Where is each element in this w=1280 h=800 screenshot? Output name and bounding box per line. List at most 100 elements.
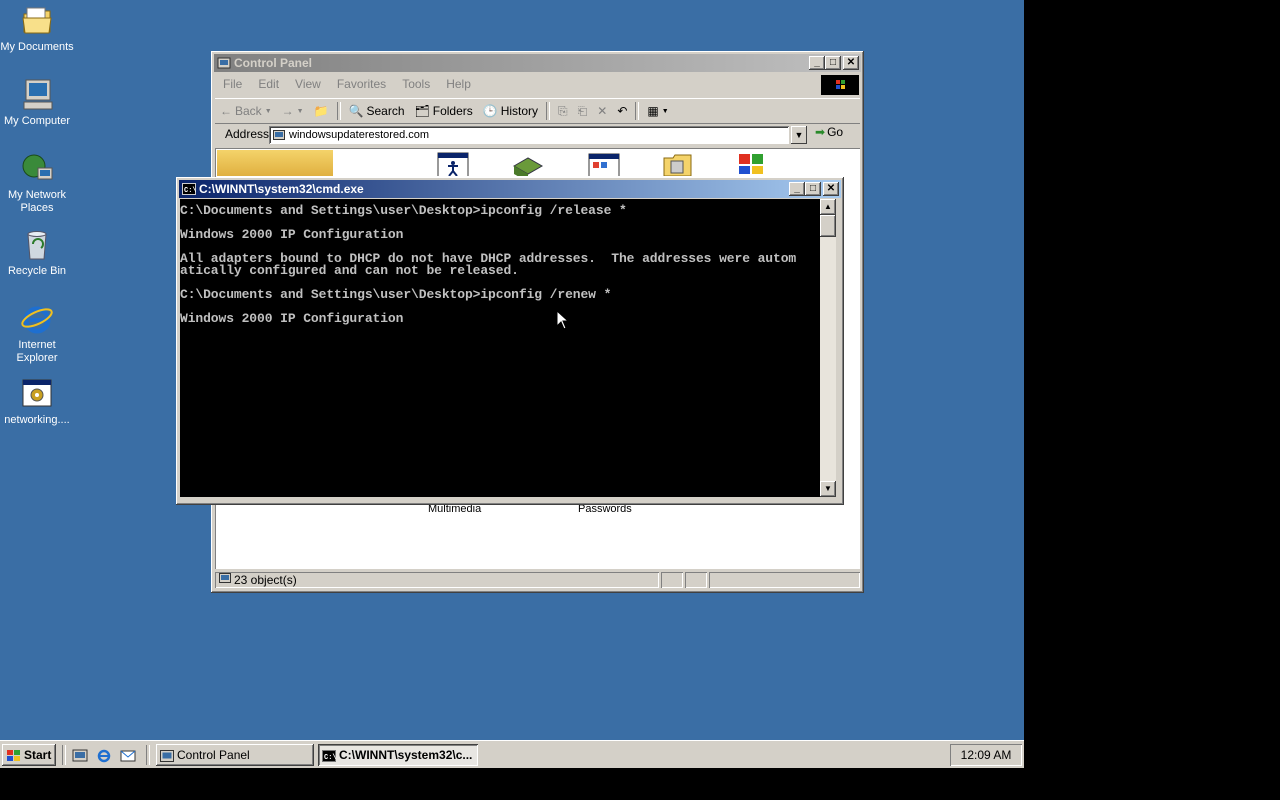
- scroll-thumb[interactable]: [820, 215, 836, 237]
- up-folder-icon: 📁: [313, 104, 329, 118]
- desktop-icon-label: Recycle Bin: [7, 265, 67, 277]
- accessibility-icon[interactable]: [437, 152, 469, 179]
- system-tray-clock[interactable]: 12:09 AM: [950, 744, 1022, 766]
- address-bar: Address windowsupdaterestored.com ▼ ➡ Go: [215, 124, 860, 146]
- history-button[interactable]: 🕒 History: [478, 104, 543, 118]
- minimize-button[interactable]: _: [809, 56, 825, 70]
- maximize-button[interactable]: □: [825, 56, 841, 70]
- start-button[interactable]: Start: [2, 744, 56, 766]
- menu-tools[interactable]: Tools: [394, 77, 438, 91]
- console-text: C:\Documents and Settings\user\Desktop>i…: [180, 203, 820, 325]
- desktop-icon-label: Internet Explorer: [16, 339, 58, 364]
- folders-icon: 🗂: [414, 104, 430, 118]
- add-remove-hardware-icon[interactable]: [511, 152, 545, 182]
- network-icon: [20, 152, 54, 186]
- control-panel-icon: [217, 56, 231, 70]
- copy-to-icon: ⎗: [577, 103, 588, 118]
- control-panel-small-icon: [273, 129, 285, 147]
- desktop-icon-label: My Computer: [3, 115, 71, 127]
- views-button[interactable]: ▦ ▼: [642, 104, 673, 118]
- status-pane: [685, 572, 707, 588]
- delete-x-icon: ✕: [597, 104, 608, 118]
- windows-flag-icon: [6, 748, 21, 768]
- cmd-prompt-icon: C:\: [182, 182, 197, 196]
- scroll-up-button[interactable]: ▲: [820, 199, 836, 215]
- status-objects: 23 object(s): [215, 572, 659, 588]
- window-title: Control Panel: [234, 56, 313, 70]
- taskbar-button-control-panel[interactable]: Control Panel: [156, 744, 314, 766]
- address-dropdown-button[interactable]: ▼: [791, 126, 807, 144]
- move-to-icon: ⎘: [558, 103, 568, 118]
- console-line: atically configured and can not be relea…: [180, 263, 519, 278]
- console-line: C:\Documents and Settings\user\Desktop>i…: [180, 287, 612, 302]
- menu-view[interactable]: View: [287, 77, 329, 91]
- address-input[interactable]: windowsupdaterestored.com: [269, 126, 789, 144]
- internet-explorer-icon: [20, 302, 54, 336]
- scroll-down-button[interactable]: ▼: [820, 481, 836, 497]
- chevron-down-icon: ▼: [296, 107, 304, 115]
- add-remove-programs-icon[interactable]: [587, 152, 621, 179]
- minimize-button[interactable]: _: [789, 182, 805, 196]
- control-panel-titlebar[interactable]: Control Panel _ □ ✕: [214, 54, 861, 72]
- arrow-down-icon: ▼: [824, 484, 832, 493]
- status-zone: [709, 572, 860, 588]
- svg-text:C:\: C:\: [184, 187, 196, 195]
- cmd-titlebar[interactable]: C:\ C:\WINNT\system32\cmd.exe _ □ ✕: [179, 180, 841, 198]
- desktop-icon-label: My Documents: [0, 41, 74, 53]
- console-line: C:\Documents and Settings\user\Desktop>i…: [180, 203, 627, 218]
- control-panel-small-icon: [160, 748, 174, 766]
- back-button[interactable]: ← Back ▼: [215, 104, 277, 118]
- menu-file[interactable]: File: [215, 77, 250, 91]
- cmd-window[interactable]: C:\ C:\WINNT\system32\cmd.exe _ □ ✕ C:\D…: [176, 177, 844, 505]
- close-button[interactable]: ✕: [823, 182, 839, 196]
- windows-update-icon[interactable]: [735, 150, 769, 177]
- toolbar-separator: [336, 102, 341, 120]
- go-button[interactable]: ➡ Go: [815, 125, 843, 139]
- vertical-scrollbar[interactable]: ▲ ▼: [820, 199, 836, 497]
- computer-icon: [20, 78, 54, 112]
- undo-icon: ↶: [617, 104, 628, 118]
- taskbar-separator: [146, 745, 150, 765]
- control-panel-banner-icon: [217, 150, 333, 176]
- console-output-area[interactable]: C:\Documents and Settings\user\Desktop>i…: [180, 199, 820, 497]
- windows-logo-throbber: [821, 75, 859, 95]
- search-button[interactable]: 🔍 Search: [344, 104, 410, 118]
- forward-button[interactable]: → ▼: [277, 104, 309, 118]
- address-label: Address: [225, 127, 270, 141]
- close-button[interactable]: ✕: [843, 56, 859, 70]
- desktop-icon-my-computer[interactable]: My Computer: [0, 78, 74, 128]
- undo-button[interactable]: ↶: [612, 104, 632, 118]
- move-to-button[interactable]: ⎘: [553, 104, 573, 119]
- desktop-icon-recycle-bin[interactable]: Recycle Bin: [0, 228, 74, 278]
- back-arrow-icon: ←: [220, 104, 232, 118]
- recycle-bin-icon: [20, 228, 54, 262]
- program-window-icon: [20, 377, 54, 411]
- desktop-icon-my-documents[interactable]: My Documents: [0, 4, 74, 54]
- menu-favorites[interactable]: Favorites: [329, 77, 394, 91]
- toolbar-separator: [635, 102, 640, 120]
- history-icon: 🕒: [482, 104, 498, 118]
- menu-help[interactable]: Help: [438, 77, 479, 91]
- taskbar-button-cmd[interactable]: C:\ C:\WINNT\system32\c...: [318, 744, 478, 766]
- chevron-down-icon: ▼: [264, 107, 272, 115]
- status-pane: [661, 572, 683, 588]
- quicklaunch-show-desktop-icon[interactable]: [72, 747, 88, 766]
- desktop-icon-my-network-places[interactable]: My Network Places: [0, 152, 74, 215]
- desktop-icon-networking[interactable]: networking....: [0, 377, 74, 427]
- menu-edit[interactable]: Edit: [250, 77, 287, 91]
- up-button[interactable]: 📁: [309, 104, 334, 118]
- folders-button[interactable]: 🗂 Folders: [410, 104, 478, 118]
- copy-to-button[interactable]: ⎗: [573, 104, 593, 119]
- maximize-button[interactable]: □: [805, 182, 821, 196]
- desktop-icon-label: networking....: [4, 414, 70, 426]
- delete-button[interactable]: ✕: [592, 104, 612, 118]
- toolbar-separator: [546, 102, 551, 120]
- administrative-tools-icon[interactable]: [661, 152, 695, 179]
- cmd-prompt-icon: C:\: [322, 748, 337, 766]
- desktop-icon-internet-explorer[interactable]: Internet Explorer: [0, 302, 74, 365]
- window-title: C:\WINNT\system32\cmd.exe: [199, 182, 364, 196]
- quicklaunch-internet-explorer-icon[interactable]: [96, 747, 112, 766]
- quicklaunch-outlook-express-icon[interactable]: [120, 747, 136, 766]
- go-arrow-icon: ➡: [815, 125, 826, 139]
- chevron-down-icon: ▼: [661, 107, 669, 115]
